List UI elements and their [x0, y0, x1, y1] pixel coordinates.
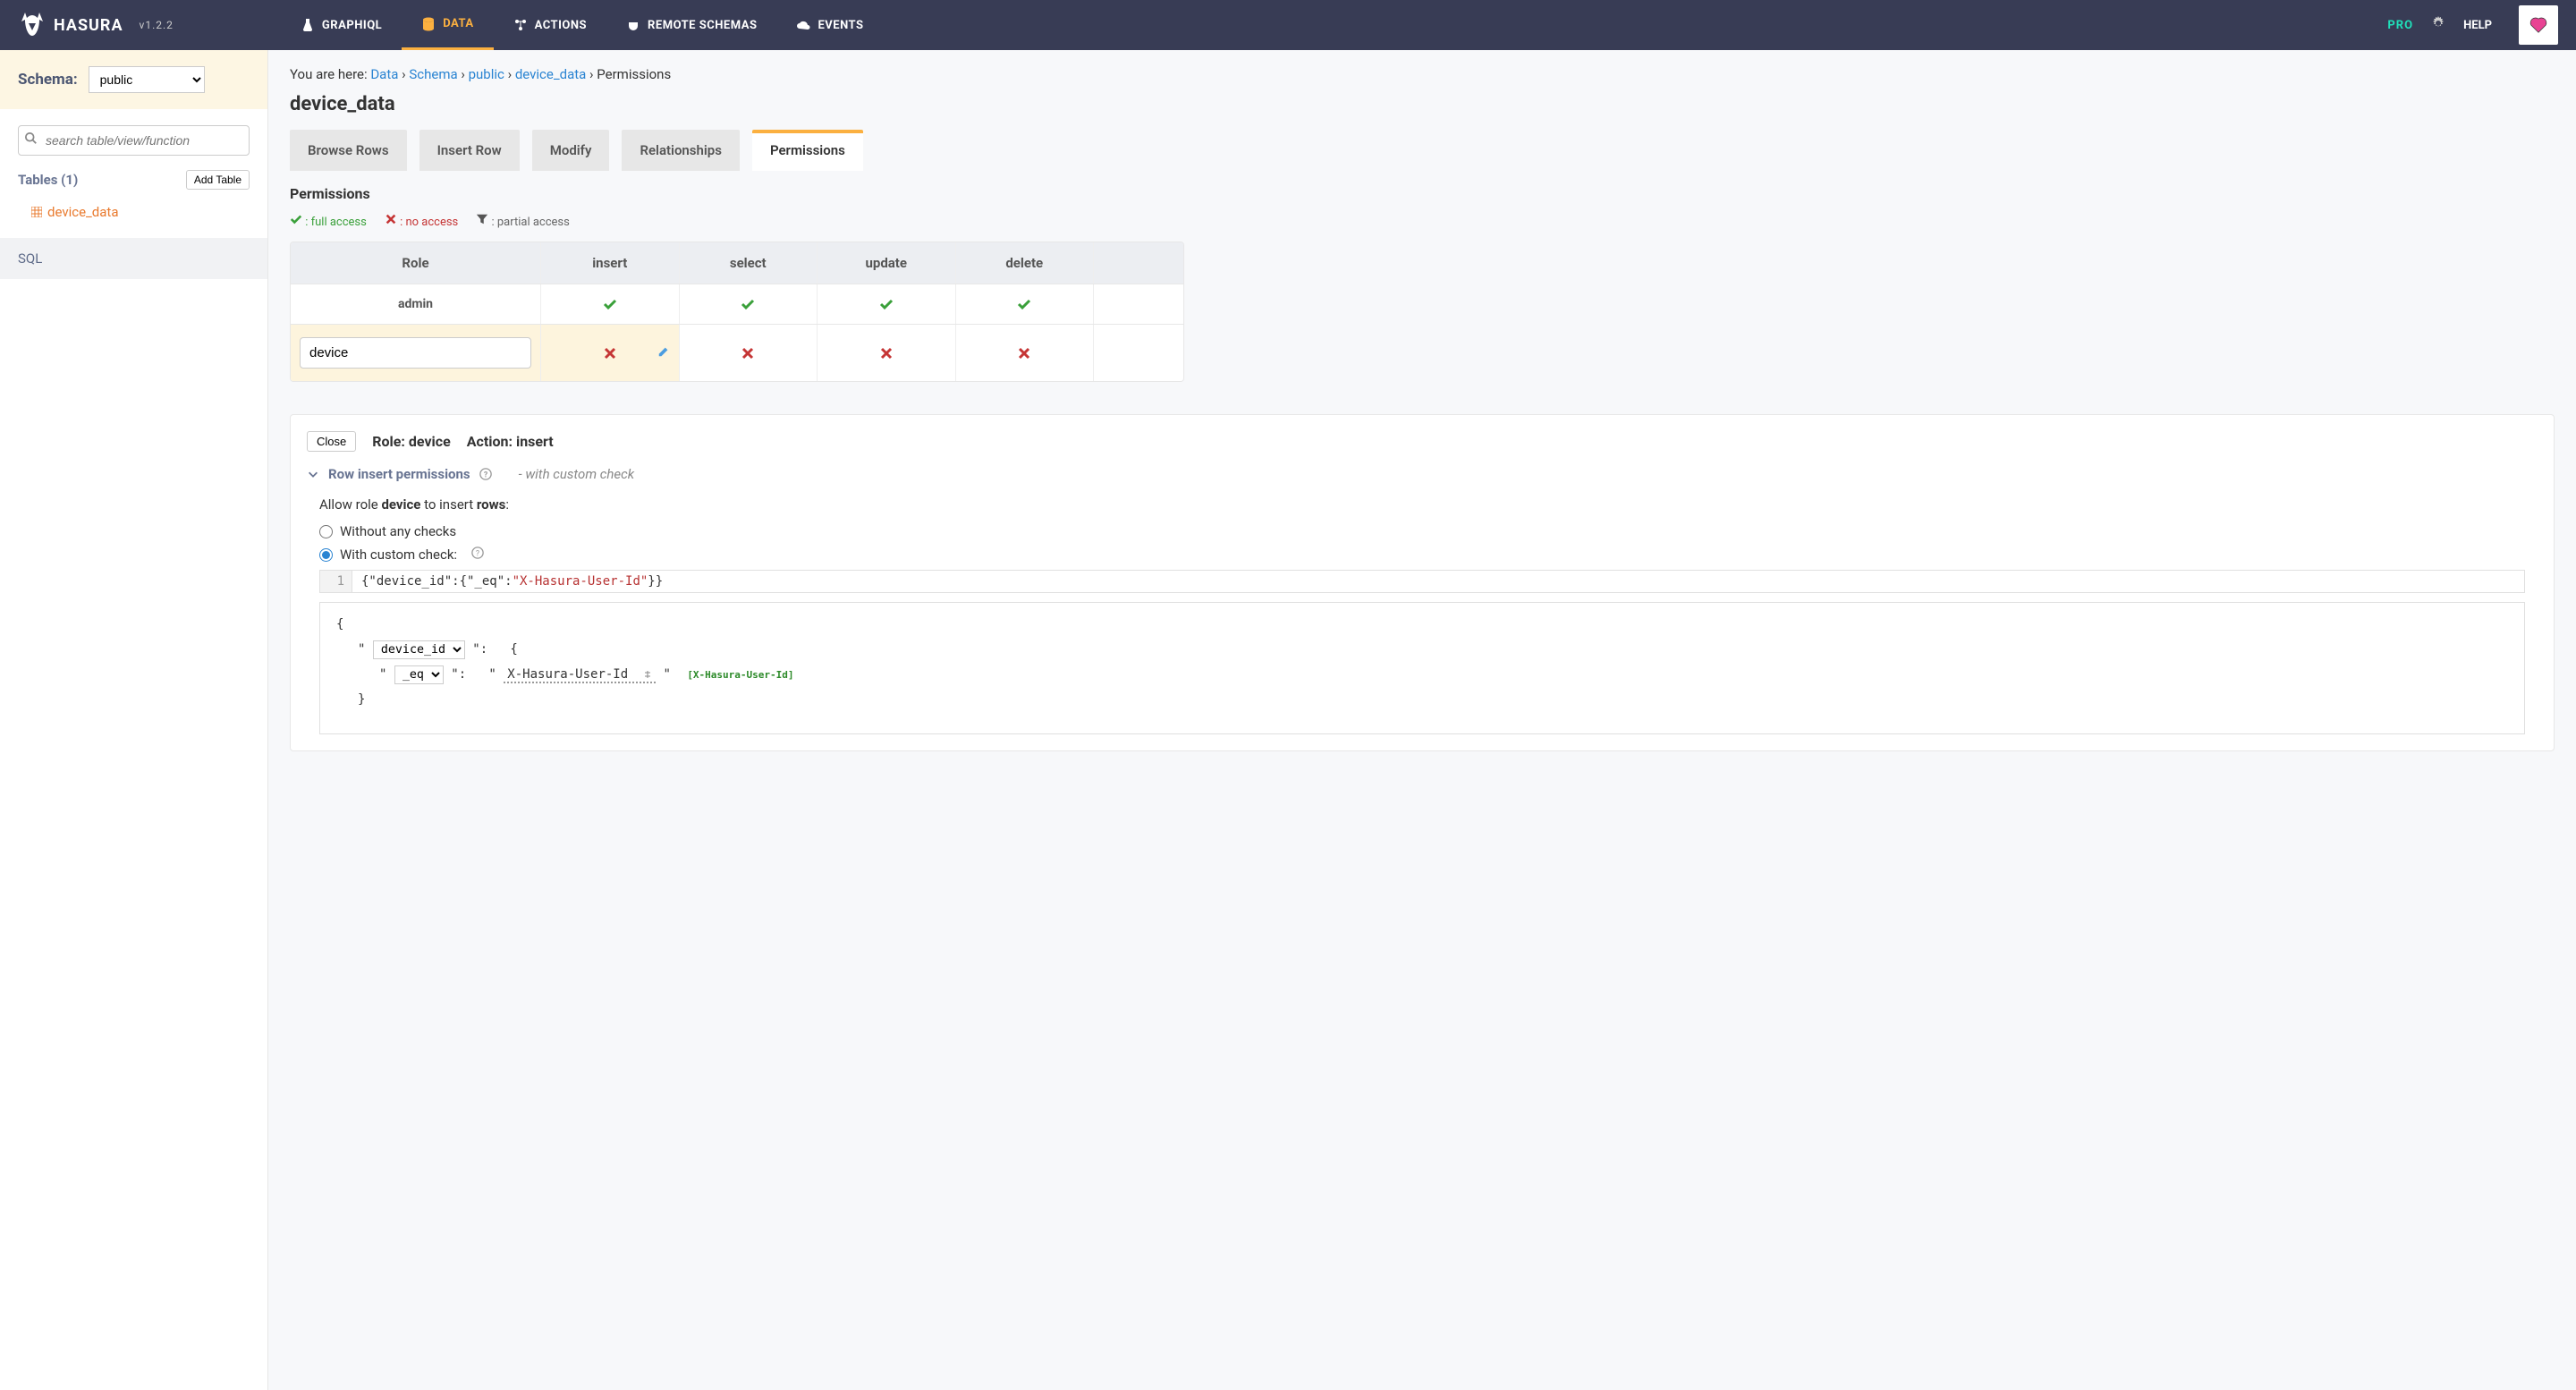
- check-icon: [741, 297, 755, 311]
- svg-text:?: ?: [476, 550, 479, 559]
- legend-partial: : partial access: [476, 213, 570, 229]
- tab-browse[interactable]: Browse Rows: [290, 130, 407, 171]
- add-table-button[interactable]: Add Table: [186, 170, 250, 190]
- permissions-heading: Permissions: [290, 185, 2555, 202]
- admin-update[interactable]: [818, 284, 956, 324]
- row-insert-permissions-toggle[interactable]: Row insert permissions ? - with custom c…: [307, 466, 2538, 482]
- crumb-table[interactable]: device_data: [515, 66, 587, 82]
- crumb-leaf: Permissions: [597, 66, 671, 82]
- new-delete[interactable]: [956, 325, 1095, 381]
- tables-heading: Tables (1): [18, 172, 78, 188]
- col-insert: insert: [541, 242, 680, 284]
- nav-actions[interactable]: ACTIONS: [494, 0, 606, 50]
- database-icon: [421, 17, 436, 31]
- plug-icon: [626, 18, 640, 32]
- cross-icon: [1017, 346, 1031, 360]
- gear-icon[interactable]: [2431, 16, 2445, 34]
- breadcrumb: You are here: Data › Schema › public › d…: [268, 50, 2576, 93]
- check-icon: [1017, 297, 1031, 311]
- table-icon: [31, 207, 42, 217]
- perm-row-new: [291, 324, 1183, 381]
- value-hint: [X-Hasura-User-Id]: [687, 669, 793, 681]
- json-editor[interactable]: 1 {"device_id":{"_eq":"X-Hasura-User-Id"…: [319, 570, 2525, 593]
- role-admin: admin: [291, 284, 541, 324]
- cross-icon: [741, 346, 755, 360]
- chevron-down-icon: [307, 468, 319, 480]
- svg-text:?: ?: [483, 471, 487, 480]
- tab-insert[interactable]: Insert Row: [419, 130, 520, 171]
- sidebar-table-device-data[interactable]: device_data: [0, 199, 267, 225]
- cross-icon: [603, 346, 617, 360]
- tab-permissions[interactable]: Permissions: [752, 130, 863, 171]
- cloud-icon: [796, 18, 810, 32]
- help-link[interactable]: HELP: [2463, 19, 2492, 32]
- admin-select[interactable]: [680, 284, 818, 324]
- heart-button[interactable]: [2519, 5, 2558, 45]
- panel-role: Role: device: [372, 433, 451, 450]
- col-role: Role: [291, 242, 541, 284]
- crumb-data[interactable]: Data: [370, 66, 398, 82]
- new-select[interactable]: [680, 325, 818, 381]
- legend-full: : full access: [290, 213, 367, 229]
- check-builder: { " device_id ": { " _eq ": " X-Hasura-U…: [319, 602, 2525, 734]
- schema-label: Schema:: [18, 71, 78, 89]
- cross-icon: [385, 213, 397, 225]
- heart-icon: [2529, 15, 2548, 35]
- nav-graphiql[interactable]: GRAPHIQL: [281, 0, 402, 50]
- version-label: v1.2.2: [140, 19, 174, 31]
- brand-logo[interactable]: HASURA v1.2.2: [18, 11, 174, 39]
- cross-icon: [879, 346, 894, 360]
- tab-modify[interactable]: Modify: [532, 130, 610, 171]
- new-insert[interactable]: [541, 325, 680, 381]
- radio-custom-check[interactable]: [319, 548, 333, 562]
- check-icon: [290, 213, 302, 225]
- nav-data[interactable]: DATA: [402, 0, 493, 50]
- search-input[interactable]: [18, 125, 250, 156]
- admin-delete[interactable]: [956, 284, 1095, 324]
- tab-relationships[interactable]: Relationships: [622, 130, 740, 171]
- radio-no-checks[interactable]: [319, 525, 333, 538]
- admin-insert[interactable]: [541, 284, 680, 324]
- check-icon: [879, 297, 894, 311]
- field-select[interactable]: device_id: [373, 640, 465, 659]
- funnel-icon: [476, 213, 488, 225]
- edit-icon[interactable]: [657, 345, 670, 361]
- sql-link[interactable]: SQL: [0, 238, 267, 279]
- brand-name: HASURA: [54, 16, 123, 35]
- panel-action: Action: insert: [467, 433, 554, 450]
- search-icon: [25, 132, 38, 148]
- schema-select[interactable]: public: [89, 66, 205, 93]
- new-update[interactable]: [818, 325, 956, 381]
- close-button[interactable]: Close: [307, 431, 356, 452]
- value-field[interactable]: X-Hasura-User-Id: [504, 667, 656, 683]
- col-update: update: [818, 242, 956, 284]
- op-select[interactable]: _eq: [394, 665, 444, 684]
- page-title: device_data: [268, 93, 2576, 130]
- crumb-public[interactable]: public: [469, 66, 504, 82]
- pro-link[interactable]: PRO: [2387, 19, 2413, 32]
- nav-remote[interactable]: REMOTE SCHEMAS: [606, 0, 776, 50]
- flask-icon: [301, 18, 315, 32]
- col-select: select: [680, 242, 818, 284]
- hasura-icon: [18, 11, 47, 39]
- legend-no: : no access: [385, 213, 458, 229]
- check-icon: [603, 297, 617, 311]
- help-circle-icon[interactable]: ?: [471, 547, 484, 563]
- new-role-input[interactable]: [300, 337, 531, 369]
- line-number: 1: [320, 571, 352, 592]
- help-circle-icon[interactable]: ?: [479, 468, 492, 480]
- nav-events[interactable]: EVENTS: [776, 0, 883, 50]
- actions-icon: [513, 18, 528, 32]
- crumb-schema[interactable]: Schema: [409, 66, 457, 82]
- allow-text: Allow role device to insert rows:: [319, 496, 2538, 513]
- input-icon: [643, 670, 652, 679]
- perm-row-admin: admin: [291, 284, 1183, 324]
- col-delete: delete: [956, 242, 1095, 284]
